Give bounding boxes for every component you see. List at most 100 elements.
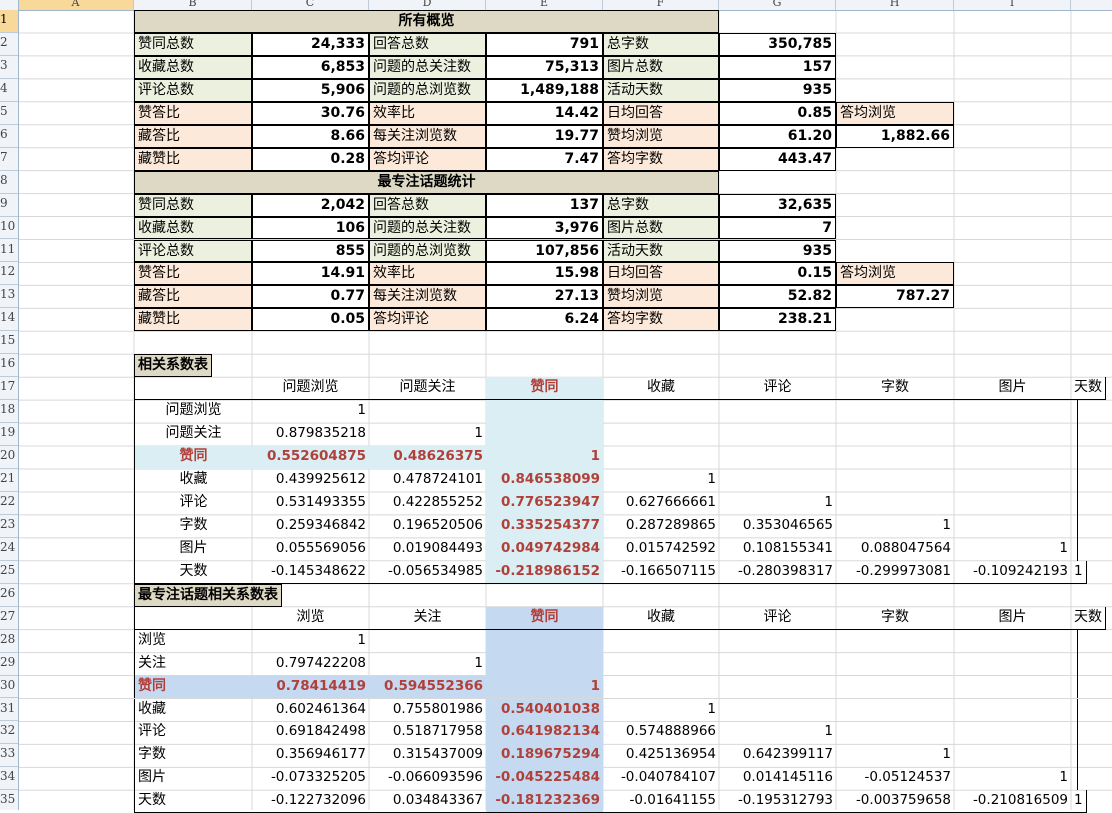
corr1-cell-4-3[interactable]: 0.846538099	[486, 469, 603, 492]
corr2-cell-1-5[interactable]	[719, 630, 836, 653]
corr1-cell-8-1[interactable]: -0.145348622	[252, 561, 369, 584]
topic-value-2-3[interactable]: 7	[719, 216, 836, 240]
topic-value-2-2[interactable]: 3,976	[486, 216, 603, 240]
corr2-cell-5-6[interactable]	[836, 721, 954, 744]
row-header-7[interactable]: 7	[0, 148, 18, 171]
overview-value-2-3[interactable]: 157	[719, 55, 836, 79]
corr2-cell-3-8[interactable]	[1071, 675, 1078, 699]
corr1-cell-4-2[interactable]: 0.478724101	[369, 469, 486, 492]
topic-value-6-3[interactable]: 238.21	[719, 308, 836, 332]
topic-label-2-1[interactable]: 收藏总数	[134, 216, 252, 240]
corr2-cell-2-4[interactable]	[603, 653, 719, 676]
overview-value-6-2[interactable]: 7.47	[486, 147, 603, 171]
row-header-26[interactable]: 26	[0, 584, 18, 607]
corr1-cell-3-3[interactable]: 1	[486, 446, 603, 469]
corr2-cell-3-3[interactable]: 1	[486, 675, 603, 699]
overview-label-5-3[interactable]: 赞均浏览	[603, 124, 719, 148]
corr2-cell-6-5[interactable]: 0.642399117	[719, 744, 836, 767]
topic-label-6-2[interactable]: 答均评论	[369, 308, 486, 332]
overview-value-5-2[interactable]: 19.77	[486, 124, 603, 148]
corr2-cell-2-3[interactable]	[486, 652, 603, 676]
overview-label-6-1[interactable]: 藏赞比	[134, 147, 252, 171]
corr1-corner[interactable]	[134, 377, 252, 401]
row-header-16[interactable]: 16	[0, 354, 18, 378]
corr1-cell-8-5[interactable]: -0.280398317	[719, 561, 836, 584]
row-header-17[interactable]: 17	[0, 377, 18, 401]
corr2-cell-2-1[interactable]: 0.797422208	[252, 653, 369, 676]
topic-value-1-3[interactable]: 32,635	[719, 193, 836, 217]
corr1-cell-4-7[interactable]	[954, 469, 1071, 492]
corr2-cell-3-1[interactable]: 0.78414419	[252, 675, 369, 699]
corr1-cell-1-3[interactable]	[486, 400, 603, 424]
corr2-cell-1-8[interactable]	[1071, 629, 1078, 653]
corr1-header-4[interactable]: 收藏	[603, 377, 719, 401]
corr1-header-2[interactable]: 问题关注	[369, 377, 486, 401]
topic-label-6-3[interactable]: 答均字数	[603, 308, 719, 332]
overview-value-1-2[interactable]: 791	[486, 32, 603, 56]
corr1-cell-6-7[interactable]	[954, 515, 1071, 538]
column-header-c[interactable]: C	[252, 0, 369, 10]
corr2-cell-4-4[interactable]: 1	[603, 699, 719, 722]
corr1-cell-2-8[interactable]	[1071, 423, 1078, 447]
corr1-cell-2-4[interactable]	[603, 423, 719, 446]
corr2-cell-1-6[interactable]	[836, 630, 954, 653]
overview-label-6-3[interactable]: 答均字数	[603, 147, 719, 171]
overview-value-3-1[interactable]: 5,906	[252, 78, 369, 102]
topic-label-3-2[interactable]: 问题的总浏览数	[369, 239, 486, 263]
topic-label-2-2[interactable]: 问题的总关注数	[369, 216, 486, 240]
row-header-22[interactable]: 22	[0, 492, 18, 515]
row-header-33[interactable]: 33	[0, 744, 18, 768]
overview-value-2-1[interactable]: 6,853	[252, 55, 369, 79]
corr2-cell-2-6[interactable]	[836, 653, 954, 676]
corr2-cell-4-5[interactable]	[719, 699, 836, 722]
corr1-row-label-4[interactable]: 收藏	[134, 469, 252, 492]
corr1-cell-3-8[interactable]	[1071, 446, 1078, 469]
corr2-header-4[interactable]: 收藏	[603, 607, 719, 630]
corr2-cell-2-7[interactable]	[954, 653, 1071, 676]
column-header-d[interactable]: D	[369, 0, 486, 10]
corr2-cell-4-7[interactable]	[954, 699, 1071, 722]
corr2-cell-3-4[interactable]	[603, 676, 719, 699]
topic-value-5-3[interactable]: 52.82	[719, 285, 836, 309]
corr2-header-3[interactable]: 赞同	[486, 606, 603, 630]
corr2-cell-4-2[interactable]: 0.755801986	[369, 699, 486, 722]
corr2-cell-4-6[interactable]	[836, 699, 954, 722]
corr2-cell-5-1[interactable]: 0.691842498	[252, 721, 369, 744]
corr1-cell-5-3[interactable]: 0.776523947	[486, 491, 603, 515]
corr2-cell-6-2[interactable]: 0.315437009	[369, 744, 486, 767]
row-header-6[interactable]: 6	[0, 125, 18, 148]
overview-value-3-2[interactable]: 1,489,188	[486, 78, 603, 102]
corr2-cell-6-3[interactable]: 0.189675294	[486, 744, 603, 768]
corr2-cell-3-7[interactable]	[954, 676, 1071, 699]
row-header-30[interactable]: 30	[0, 676, 18, 699]
topic-label-1-2[interactable]: 回答总数	[369, 193, 486, 217]
corr1-cell-7-6[interactable]: 0.088047564	[836, 538, 954, 561]
row-header-9[interactable]: 9	[0, 194, 18, 217]
corr2-header-1[interactable]: 浏览	[252, 607, 369, 630]
corr1-cell-8-7[interactable]: -0.109242193	[954, 561, 1071, 584]
corr1-cell-1-2[interactable]	[369, 400, 486, 423]
topic-value-6-1[interactable]: 0.05	[252, 308, 369, 332]
overview-label-2-2[interactable]: 问题的总关注数	[369, 55, 486, 79]
topic-value-5-1[interactable]: 0.77	[252, 285, 369, 309]
corr1-cell-2-2[interactable]: 1	[369, 423, 486, 446]
row-header-4[interactable]: 4	[0, 79, 18, 102]
row-header-19[interactable]: 19	[0, 423, 18, 447]
topic-value-1-1[interactable]: 2,042	[252, 193, 369, 217]
corr2-row-label-6[interactable]: 字数	[134, 744, 252, 768]
row-header-11[interactable]: 11	[0, 240, 18, 263]
corr1-cell-6-5[interactable]: 0.353046565	[719, 515, 836, 538]
row-header-32[interactable]: 32	[0, 721, 18, 745]
corr1-cell-3-5[interactable]	[719, 446, 836, 469]
overview-value-4-3[interactable]: 0.85	[719, 101, 836, 125]
corr2-cell-3-2[interactable]: 0.594552366	[369, 675, 486, 699]
topic-title[interactable]: 最专注话题统计	[134, 170, 719, 194]
row-header-10[interactable]: 10	[0, 217, 18, 240]
corr2-cell-6-1[interactable]: 0.356946177	[252, 744, 369, 767]
corr2-cell-7-3[interactable]: -0.045225484	[486, 767, 603, 791]
corr2-header-8[interactable]: 天数	[1071, 606, 1106, 630]
corr2-cell-1-3[interactable]	[486, 629, 603, 653]
corr1-cell-2-3[interactable]	[486, 423, 603, 447]
corr1-cell-6-2[interactable]: 0.196520506	[369, 515, 486, 538]
corr2-cell-7-4[interactable]: -0.040784107	[603, 767, 719, 790]
